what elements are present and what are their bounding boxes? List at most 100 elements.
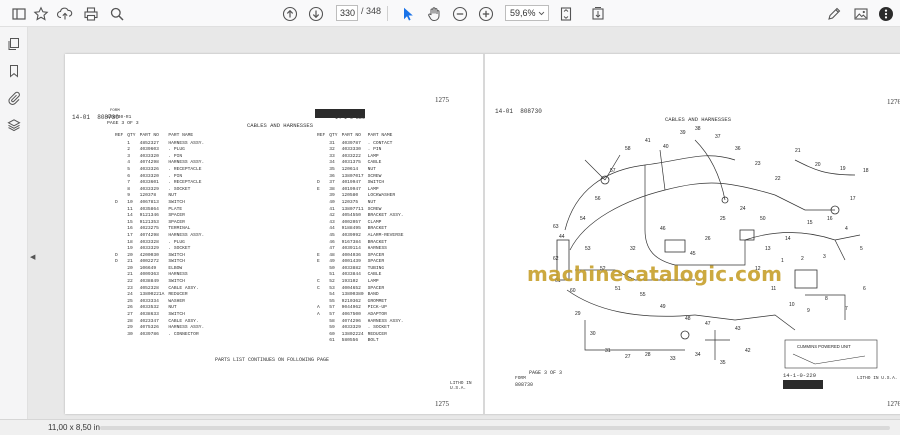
page-thumbnails-icon[interactable]: [5, 35, 23, 53]
cell-ref-number: [113, 167, 125, 174]
cell-part-name: CABLE: [367, 160, 382, 166]
sidebar-toggle-icon[interactable]: [9, 4, 29, 23]
cell-ref-number: [113, 325, 125, 332]
sign-pen-icon[interactable]: [824, 4, 844, 23]
cell-part-name: HARNESS ASSY.: [168, 232, 205, 238]
diagram-callout: 14: [785, 236, 791, 242]
cell-qty: 2: [127, 147, 131, 153]
rotate-view-icon[interactable]: [588, 4, 608, 23]
cell-part-number: 4075326: [139, 325, 159, 331]
bookmark-star-icon[interactable]: [31, 4, 51, 23]
cell-ref-mark: [305, 193, 315, 200]
diagram-callout: 54: [580, 216, 586, 222]
image-icon[interactable]: [851, 4, 871, 23]
diagram-callout: 9: [807, 308, 810, 314]
zoom-level-select[interactable]: 59,6%: [505, 5, 549, 21]
document-page-spread: 1275 14-01 808730 FORM 808730-R1 14-1-0-…: [65, 54, 900, 414]
table-row: 22 4038849 SWITCH: [103, 279, 206, 286]
cell-ref-number: [113, 147, 125, 154]
diagram-callout: 6: [863, 286, 866, 292]
more-options-icon[interactable]: [876, 4, 896, 23]
litho-note: LITHO IN U.S.A.: [450, 381, 472, 391]
form-label: FORM: [515, 376, 526, 381]
cell-qty: 21: [127, 259, 133, 265]
col-part-no: PART NO: [139, 133, 159, 138]
diagram-callout: 44: [559, 234, 565, 240]
cell-part-name: . PIN: [367, 147, 382, 153]
cell-part-number: 9121346: [139, 213, 159, 219]
document-viewer[interactable]: ◀ ▶ 1275 14-01 808730 FORM 808730-R1 14-…: [28, 27, 900, 419]
bookmarks-icon[interactable]: [5, 62, 23, 80]
table-row: 34 4031375 CABLE: [305, 160, 405, 167]
continues-note: PARTS LIST CONTINUES ON FOLLOWING PAGE: [215, 357, 330, 363]
cell-ref-number: [113, 332, 125, 339]
cell-ref-mark: [305, 200, 315, 207]
horizontal-scrollbar[interactable]: [100, 426, 890, 430]
cell-ref-mark: [103, 147, 113, 154]
cell-ref-mark: [305, 279, 315, 286]
cell-ref-number: [113, 174, 125, 181]
table-row: 47 4039114 HARNESS: [305, 246, 405, 253]
page-number-bottom: 1276: [887, 400, 900, 408]
diagram-callout: 23: [755, 161, 761, 167]
diagram-callout: 32: [630, 246, 636, 252]
cell-part-name: ALARM-REVERSE: [367, 232, 404, 238]
cell-ref-number: [113, 160, 125, 167]
cell-ref-mark: [103, 266, 113, 273]
cell-ref-number: D: [317, 180, 320, 186]
page-number-input[interactable]: 330: [336, 5, 358, 21]
diagram-callout: 17: [850, 196, 856, 202]
next-page-icon[interactable]: [306, 4, 326, 23]
cell-ref-number: [315, 319, 327, 326]
cell-ref-number: [113, 319, 125, 326]
cell-part-number: 120378: [139, 193, 157, 199]
form-number: 808730-R1: [107, 115, 132, 120]
cell-part-number: 4033330: [341, 147, 361, 153]
cell-qty: 47: [329, 246, 335, 252]
cell-ref-number: [315, 240, 327, 247]
cell-part-number: 120580: [341, 193, 359, 199]
page-fit-icon[interactable]: [556, 4, 576, 23]
watermark-text: machinecatalogic.com: [527, 262, 783, 286]
cell-ref-number: E: [317, 186, 320, 192]
cell-qty: 5: [127, 166, 131, 172]
diagram-callout: 18: [863, 168, 869, 174]
cell-part-name: HARNESS: [367, 246, 387, 252]
table-row: 54 13800380 BAND: [305, 292, 405, 299]
diagram-callout: 16: [827, 216, 833, 222]
table-row: 24 13800221A REDUCER: [103, 292, 206, 299]
cell-part-name: BRACKET ASSY.: [367, 213, 404, 219]
layers-icon[interactable]: [5, 116, 23, 134]
cell-ref-number: D: [115, 259, 118, 265]
cell-ref-number: [315, 246, 327, 253]
col-part-name: PART NAME: [367, 133, 393, 138]
table-row: C 52 193102 LAMP: [305, 279, 405, 286]
hand-tool-icon[interactable]: [424, 4, 444, 23]
cell-part-number: 13800380: [341, 292, 364, 298]
previous-page-icon[interactable]: [280, 4, 300, 23]
cell-part-name: SWITCH: [168, 259, 185, 265]
diagram-callout: 8: [825, 296, 828, 302]
toolbar: 330 / 348 59,6%: [0, 0, 900, 27]
cell-part-number: 4038633: [139, 312, 159, 318]
attachments-icon[interactable]: [5, 89, 23, 107]
cell-part-name: NUT: [367, 199, 376, 205]
cell-qty: 44: [329, 226, 335, 232]
cell-ref-mark: [305, 154, 315, 161]
diagram-callout: 58: [625, 146, 631, 152]
upload-icon[interactable]: [55, 4, 75, 23]
zoom-out-icon[interactable]: [450, 4, 470, 23]
cell-part-number: 120614: [341, 166, 359, 172]
print-icon[interactable]: [81, 4, 101, 23]
search-icon[interactable]: [107, 4, 127, 23]
select-cursor-icon[interactable]: [398, 4, 418, 23]
scroll-left-icon[interactable]: ◀: [30, 253, 35, 261]
table-row: 14 9121346 SPACER: [103, 213, 206, 220]
cell-ref-number: [315, 338, 327, 345]
cell-qty: 42: [329, 213, 335, 219]
diagram-callout: 19: [840, 166, 846, 172]
cell-ref-mark: [305, 286, 315, 293]
cell-ref-number: [315, 207, 327, 214]
cell-ref-mark: [103, 319, 113, 326]
zoom-in-icon[interactable]: [476, 4, 496, 23]
